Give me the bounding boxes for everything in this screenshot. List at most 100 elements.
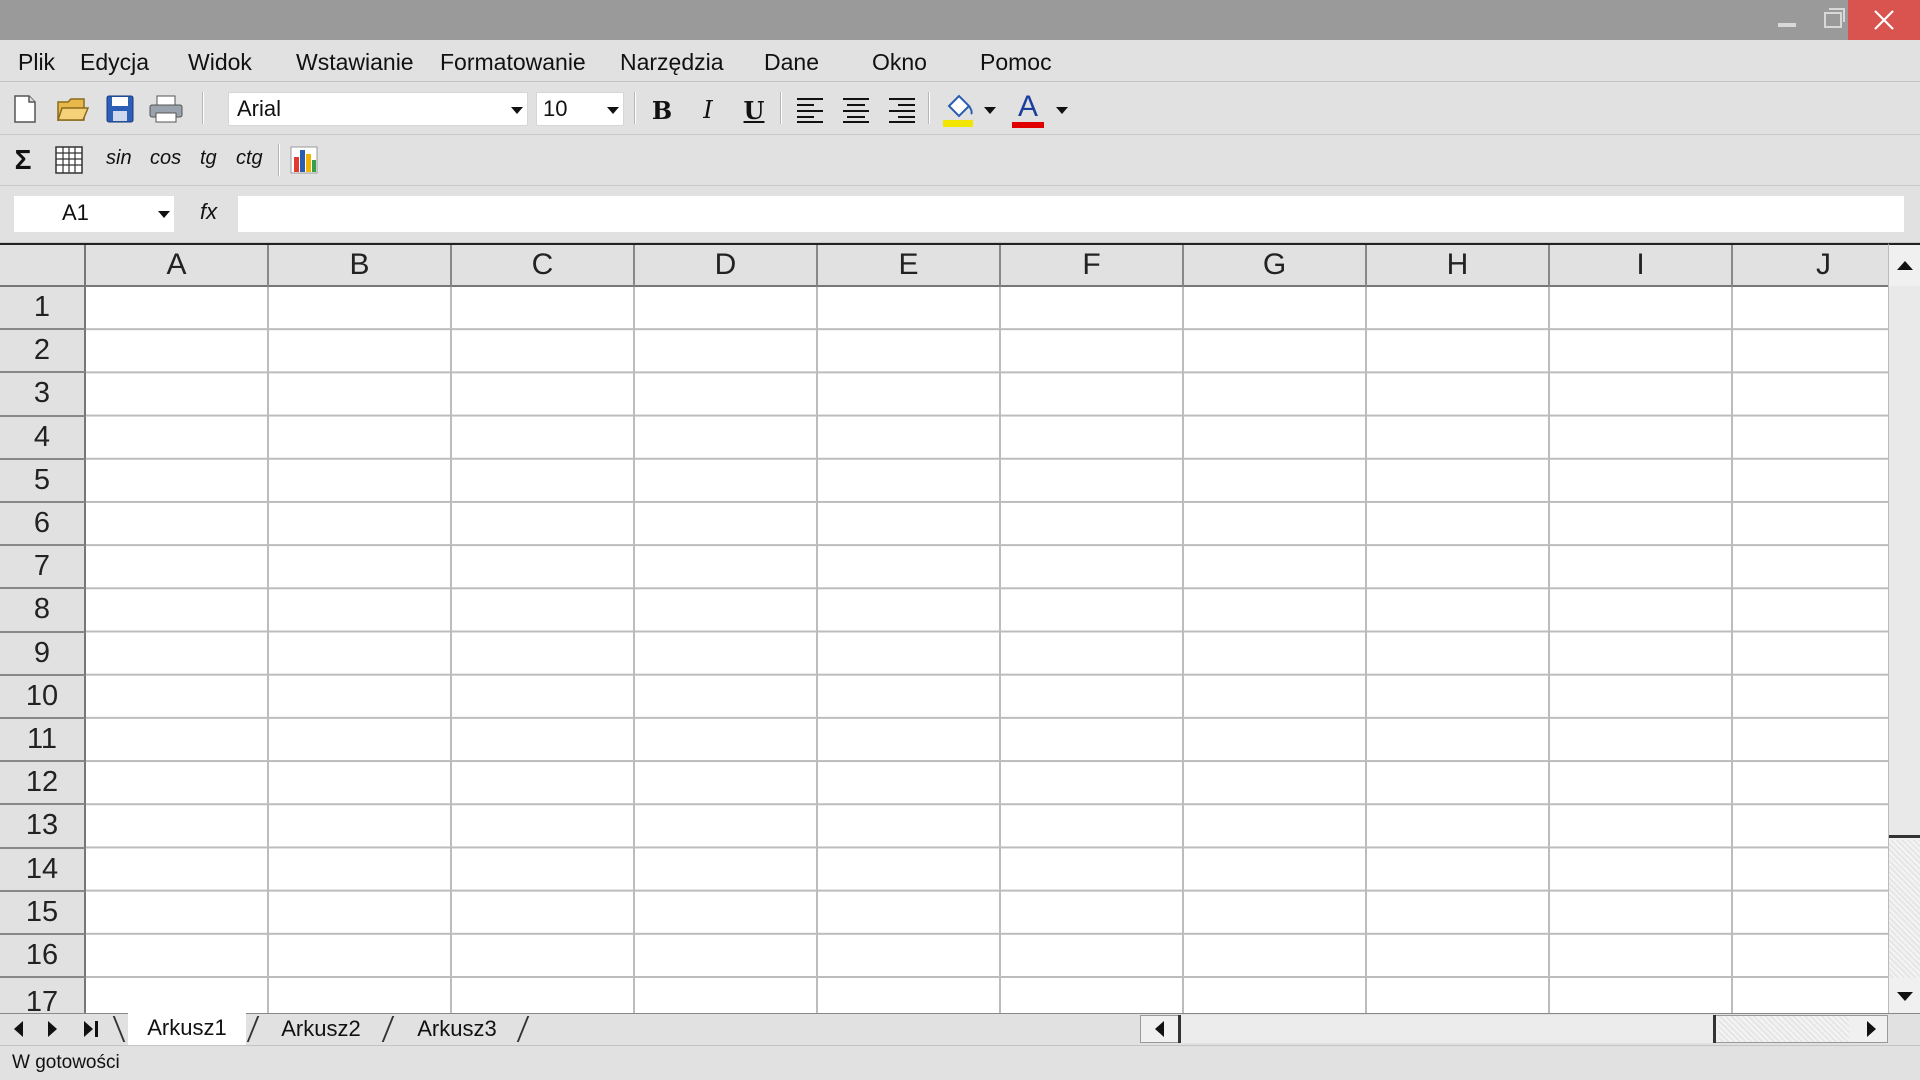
menu-edycja[interactable]: Edycja (80, 49, 149, 76)
column-header-i[interactable]: I (1550, 245, 1733, 287)
row-header[interactable]: 12 (0, 762, 86, 806)
font-name-combo[interactable]: Arial (228, 92, 528, 126)
sin-button[interactable]: sin (106, 147, 132, 170)
arrow-right-icon (47, 1021, 57, 1037)
last-sheet-button[interactable] (78, 1016, 104, 1042)
font-name-value: Arial (237, 96, 282, 121)
toolbar-separator (278, 144, 280, 176)
column-header-b[interactable]: B (269, 245, 452, 287)
column-header-g[interactable]: G (1184, 245, 1367, 287)
fill-color-button[interactable] (938, 90, 978, 130)
open-folder-icon (56, 98, 90, 121)
row-header[interactable]: 11 (0, 719, 86, 763)
chevron-down-icon[interactable] (1056, 107, 1068, 114)
column-header-a[interactable]: A (86, 245, 269, 287)
italic-button[interactable]: I (690, 92, 726, 128)
row-header[interactable]: 14 (0, 848, 86, 892)
column-header-h[interactable]: H (1367, 245, 1550, 287)
print-button[interactable] (146, 90, 186, 128)
toolbar-separator (780, 92, 782, 124)
bar-chart-icon (290, 146, 318, 174)
menu-widok[interactable]: Widok (188, 49, 252, 76)
new-button[interactable] (8, 90, 42, 128)
row-header[interactable]: 2 (0, 330, 86, 374)
cos-button[interactable]: cos (150, 147, 181, 170)
scroll-left-button[interactable] (1144, 1016, 1174, 1042)
row-header[interactable]: 3 (0, 373, 86, 417)
menu-pomoc[interactable]: Pomoc (980, 49, 1052, 76)
column-header-j[interactable]: J (1733, 245, 1888, 287)
horizontal-scroll-track[interactable] (1719, 1016, 1849, 1042)
row-header[interactable]: 16 (0, 935, 86, 979)
bold-button[interactable]: B (644, 92, 680, 128)
scroll-right-button[interactable] (1856, 1016, 1886, 1042)
close-icon (1874, 10, 1894, 30)
horizontal-scroll-thumb[interactable] (1178, 1015, 1716, 1043)
spreadsheet-window: Plik Edycja Widok Wstawianie Formatowani… (0, 0, 1920, 1080)
arrow-up-icon (1896, 260, 1913, 270)
align-right-button[interactable] (884, 92, 920, 128)
underline-button[interactable]: U (736, 92, 772, 128)
ctg-button[interactable]: ctg (236, 147, 263, 170)
vertical-scroll-thumb[interactable] (1889, 286, 1920, 838)
formula-input[interactable] (238, 196, 1904, 232)
close-button[interactable] (1848, 0, 1920, 40)
row-header[interactable]: 7 (0, 546, 86, 590)
open-button[interactable] (54, 90, 92, 128)
sheet-tab-arkusz3[interactable]: Arkusz3 (398, 1013, 516, 1045)
cell-area[interactable] (86, 287, 1888, 1013)
name-box[interactable]: A1 (14, 196, 174, 232)
arrow-left-icon (13, 1021, 23, 1037)
tg-button[interactable]: tg (200, 147, 217, 170)
column-header-d[interactable]: D (635, 245, 818, 287)
column-header-f[interactable]: F (1001, 245, 1184, 287)
row-header[interactable]: 15 (0, 891, 86, 935)
prev-sheet-button[interactable] (6, 1016, 30, 1042)
row-header[interactable]: 17 (0, 978, 86, 1013)
arrow-down-icon (1896, 991, 1913, 1001)
paint-bucket-icon (943, 94, 973, 127)
table-grid-icon (55, 146, 83, 174)
vertical-scroll-track[interactable] (1889, 840, 1920, 978)
minimize-button[interactable] (1764, 0, 1810, 40)
chart-button[interactable] (286, 142, 322, 178)
row-header[interactable]: 8 (0, 589, 86, 633)
chevron-down-icon[interactable] (984, 107, 996, 114)
row-header[interactable]: 1 (0, 287, 86, 331)
sum-button[interactable]: Σ (8, 142, 38, 178)
menu-okno[interactable]: Okno (872, 49, 927, 76)
align-center-button[interactable] (838, 92, 874, 128)
column-header-e[interactable]: E (818, 245, 1001, 287)
menu-dane[interactable]: Dane (764, 49, 819, 76)
menu-plik[interactable]: Plik (18, 49, 55, 76)
table-button[interactable] (52, 142, 86, 178)
font-size-combo[interactable]: 10 (536, 92, 624, 126)
row-header[interactable]: 13 (0, 805, 86, 849)
font-color-button[interactable]: A (1008, 90, 1048, 130)
status-bar (0, 1045, 1920, 1080)
row-header[interactable]: 6 (0, 503, 86, 547)
align-center-icon (843, 98, 869, 123)
cell-reference: A1 (62, 200, 89, 225)
menu-formatowanie[interactable]: Formatowanie (440, 49, 586, 76)
row-header[interactable]: 9 (0, 632, 86, 676)
align-left-button[interactable] (792, 92, 828, 128)
row-header[interactable]: 4 (0, 416, 86, 460)
row-header[interactable]: 10 (0, 675, 86, 719)
toolbar-separator (634, 92, 636, 124)
scroll-up-button[interactable] (1889, 247, 1920, 283)
row-header[interactable]: 5 (0, 459, 86, 503)
fx-label[interactable]: fx (200, 199, 217, 225)
scroll-down-button[interactable] (1889, 980, 1920, 1012)
sheet-tab-arkusz2[interactable]: Arkusz2 (262, 1013, 380, 1045)
menu-wstawianie[interactable]: Wstawianie (296, 49, 414, 76)
arrow-right-icon (1866, 1021, 1876, 1037)
next-sheet-button[interactable] (40, 1016, 64, 1042)
column-header-c[interactable]: C (452, 245, 635, 287)
font-color-swatch (1012, 122, 1044, 128)
select-all-corner[interactable] (0, 245, 86, 287)
save-button[interactable] (102, 90, 138, 128)
minimize-icon (1778, 23, 1796, 27)
sheet-tab-arkusz1[interactable]: Arkusz1 (128, 1013, 246, 1045)
menu-narzedzia[interactable]: Narzędzia (620, 49, 724, 76)
